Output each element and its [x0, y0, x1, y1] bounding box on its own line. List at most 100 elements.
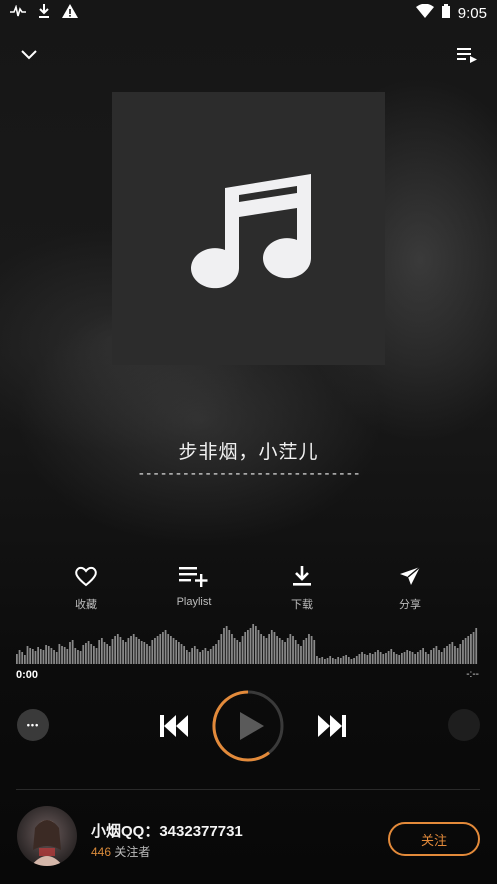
follow-button[interactable]: 关注: [388, 822, 480, 856]
waveform-bar: [321, 657, 324, 664]
download-button[interactable]: 下载: [248, 565, 356, 612]
waveform-bar: [342, 656, 345, 664]
playlist-button[interactable]: Playlist: [140, 565, 248, 612]
waveform-bar: [260, 634, 263, 664]
waveform-bar: [451, 642, 454, 664]
waveform-bar: [403, 652, 406, 664]
waveform-bar: [411, 652, 414, 664]
waveform-bar: [422, 648, 424, 664]
waveform-bar: [355, 656, 358, 664]
waveform-bar: [300, 646, 302, 664]
waveform-bar: [209, 649, 212, 664]
skip-previous-icon[interactable]: [158, 712, 190, 740]
waveform-bar: [241, 636, 244, 664]
song-subtitle: ------------------------------: [137, 466, 361, 482]
uploader-profile: 小烟QQ：3432377731 446 关注者 关注: [17, 806, 480, 868]
waveform-bar: [159, 634, 162, 664]
waveform-bar: [132, 634, 135, 664]
waveform-bar: [239, 642, 241, 664]
waveform-bar: [170, 636, 172, 664]
profile-name: 小烟QQ：3432377731: [91, 823, 243, 840]
favorite-label: 收藏: [75, 599, 97, 611]
waveform-bar: [379, 652, 382, 664]
waveform-bar: [337, 657, 340, 664]
waveform-bar: [196, 649, 199, 664]
waveform-bar: [87, 641, 90, 664]
waveform-bar: [387, 651, 390, 664]
waveform-bar: [164, 630, 167, 664]
waveform-bar: [183, 646, 186, 664]
waveform-bar: [127, 638, 130, 664]
share-button[interactable]: 分享: [356, 565, 464, 612]
avatar[interactable]: [17, 806, 77, 866]
album-art: [112, 92, 385, 365]
waveform-bar: [308, 634, 310, 664]
waveform-bar: [47, 646, 50, 664]
more-button[interactable]: •••: [17, 709, 49, 741]
waveform-bar: [69, 642, 71, 664]
divider: [16, 789, 480, 790]
waveform-bar: [268, 634, 270, 664]
waveform-bar: [262, 636, 265, 664]
waveform-progress[interactable]: [16, 622, 478, 664]
waveform-bar: [398, 655, 401, 664]
waveform-bar: [273, 632, 276, 664]
waveform-bar: [26, 646, 29, 664]
waveform-bar: [207, 651, 209, 664]
waveform-bar: [393, 652, 395, 664]
waveform-bar: [358, 654, 361, 664]
followers-label: 关注者: [114, 845, 151, 859]
waveform-bar: [156, 636, 159, 664]
chevron-down-icon[interactable]: [16, 42, 42, 68]
waveform-bar: [366, 655, 369, 664]
waveform-bar: [130, 636, 132, 664]
wifi-icon: [415, 3, 434, 22]
waveform-bar: [347, 657, 350, 664]
skip-next-icon[interactable]: [316, 712, 348, 740]
waveform-bar: [180, 644, 183, 664]
waveform-bar: [408, 651, 411, 664]
waveform-bar: [45, 645, 47, 664]
queue-music-icon[interactable]: [454, 42, 480, 68]
waveform-bar: [199, 652, 201, 664]
waveform-bar: [406, 650, 409, 664]
waveform-bar: [416, 652, 419, 664]
download-icon: [38, 3, 50, 23]
waveform-bar: [316, 656, 318, 664]
top-bar: [0, 38, 497, 70]
playlist-label: Playlist: [176, 596, 212, 608]
waveform-bar: [220, 634, 223, 664]
waveform-bar: [204, 648, 207, 664]
placeholder-button[interactable]: [448, 709, 480, 741]
waveform-bar: [281, 640, 284, 664]
waveform-bar: [74, 648, 77, 664]
waveform-bar: [103, 642, 106, 664]
waveform-bar: [432, 648, 435, 664]
waveform-bar: [353, 658, 355, 664]
waveform-bar: [31, 649, 34, 664]
waveform-bar: [371, 654, 374, 664]
waveform-bar: [424, 652, 427, 664]
download-icon: [291, 565, 313, 592]
waveform-bar: [231, 634, 233, 664]
waveform-bar: [374, 652, 377, 664]
waveform-bar: [55, 652, 58, 664]
waveform-bar: [334, 659, 337, 664]
waveform-bar: [305, 638, 308, 664]
waveform-bar: [138, 639, 140, 664]
waveform-bar: [438, 650, 440, 664]
warning-icon: [62, 3, 78, 23]
waveform-bar: [79, 651, 82, 664]
waveform-bar: [292, 636, 294, 664]
waveform-bar: [111, 639, 114, 664]
waveform-bar: [191, 648, 193, 664]
waveform-bar: [456, 648, 459, 664]
waveform-bar: [82, 645, 85, 664]
waveform-bar: [39, 649, 42, 664]
favorite-button[interactable]: 收藏: [32, 565, 140, 612]
play-button[interactable]: [211, 689, 285, 763]
waveform-bar: [21, 652, 24, 664]
waveform-bar: [108, 646, 111, 664]
waveform-bar: [467, 636, 470, 664]
more-label: •••: [26, 720, 40, 730]
